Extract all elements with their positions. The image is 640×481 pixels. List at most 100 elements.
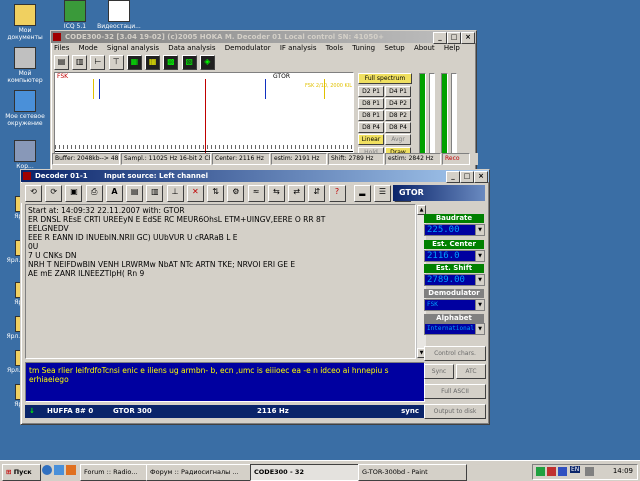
linear-button[interactable]: Linear — [358, 134, 384, 145]
menu-about[interactable]: About — [414, 44, 435, 52]
level-slider[interactable] — [429, 73, 435, 160]
document-icon[interactable]: ▤ — [126, 185, 144, 202]
atc-button[interactable]: ATC — [456, 364, 486, 379]
spectrum-display[interactable]: FSK GTOR FSK 2/10, 2000 KIL 500 1000 150… — [54, 72, 354, 164]
live-text-area[interactable]: tm Sea rlier leifrdfoTcnsi enic e iliens… — [25, 362, 425, 402]
help-icon[interactable]: ? — [328, 185, 346, 202]
start-button[interactable]: ⊞ Пуск — [2, 464, 41, 481]
tuner-tool-icon[interactable]: ⊢ — [90, 55, 106, 70]
est-center-dropdown-icon[interactable]: ▼ — [475, 250, 485, 262]
menu-tuning[interactable]: Tuning — [352, 44, 375, 52]
list-icon[interactable]: ☰ — [373, 185, 391, 202]
taskbar-item-active[interactable]: CODE300 - 32 — [250, 464, 359, 481]
level-icon[interactable]: ▂ — [353, 185, 371, 202]
menu-setup[interactable]: Setup — [384, 44, 404, 52]
updown-icon[interactable]: ⇵ — [308, 185, 326, 202]
demodulator-select[interactable]: FSK — [424, 299, 476, 311]
menu-signal-analysis[interactable]: Signal analysis — [107, 44, 159, 52]
marker-tool-icon[interactable]: ⊤ — [108, 55, 124, 70]
desktop-icon[interactable] — [54, 465, 64, 475]
demodulator-dropdown-icon[interactable]: ▼ — [475, 299, 485, 311]
alphabet-dropdown-icon[interactable]: ▼ — [475, 323, 485, 335]
refresh-icon[interactable]: ⟲ — [25, 185, 42, 202]
desktop-icon-my-computer[interactable]: Мой компьютер — [2, 47, 48, 84]
menu-data-analysis[interactable]: Data analysis — [168, 44, 215, 52]
taskbar-item[interactable]: Форум :: Радиосигналы ... — [146, 464, 251, 481]
menu-tools[interactable]: Tools — [326, 44, 343, 52]
record-button[interactable]: Reco — [442, 153, 470, 165]
d2p1-button[interactable]: D2 P1 — [358, 86, 384, 97]
desktop-icon-video[interactable]: Видеостаци... — [96, 0, 142, 30]
clock[interactable]: 14:09 — [613, 467, 633, 475]
phase-tool-icon[interactable]: ◈ — [199, 55, 215, 70]
desktop-icon-my-documents[interactable]: Мои документы — [2, 4, 48, 41]
waterfall2-tool-icon[interactable]: ▦ — [145, 55, 161, 70]
print-icon[interactable]: ⎙ — [85, 185, 103, 202]
mark-icon[interactable]: ⊥ — [166, 185, 184, 202]
main-window-titlebar[interactable]: CODE300-32 [3.04 19-02] (c)2005 HOKA M. … — [51, 31, 476, 44]
d8p4-button[interactable]: D8 P4 — [358, 122, 384, 133]
sort-icon[interactable]: ⇅ — [207, 185, 225, 202]
tray-icon[interactable] — [547, 467, 556, 476]
decoder-output[interactable]: Start at: 14:09:32 22.11.2007 with: GTOR… — [25, 204, 416, 359]
est-shift-dropdown-icon[interactable]: ▼ — [475, 274, 485, 286]
avg-button[interactable]: Avgr — [385, 134, 411, 145]
decoder-close-button[interactable]: × — [474, 171, 488, 183]
menu-files[interactable]: Files — [54, 44, 69, 52]
tray-icon[interactable] — [558, 467, 567, 476]
d8p1-button-2[interactable]: D8 P1 — [358, 110, 384, 121]
reload-icon[interactable]: ⟳ — [45, 185, 63, 202]
spectrum-icon[interactable]: ▥ — [146, 185, 164, 202]
alphabet-select[interactable]: International — [424, 323, 476, 335]
icq-icon — [64, 0, 86, 22]
minimize-button[interactable]: _ — [433, 32, 447, 44]
swap-icon[interactable]: ⇆ — [267, 185, 285, 202]
control-chars-button[interactable]: Control chars. — [424, 346, 486, 361]
output-to-disk-button[interactable]: Output to disk — [424, 404, 486, 419]
sync-button[interactable]: Sync — [424, 364, 454, 379]
d8p4-button-2[interactable]: D8 P4 — [385, 122, 411, 133]
level-slider-2[interactable] — [451, 73, 457, 160]
menu-mode[interactable]: Mode — [79, 44, 98, 52]
desktop-icon-icq[interactable]: ICQ 5.1 — [52, 0, 98, 30]
tray-icon[interactable] — [536, 467, 545, 476]
desktop-icon-recycle[interactable]: Кор... — [2, 140, 48, 170]
baudrate-dropdown-icon[interactable]: ▼ — [475, 224, 485, 236]
decoder-maximize-button[interactable]: □ — [460, 171, 474, 183]
est-center-value[interactable]: 2116.0 — [424, 250, 476, 262]
d8p1-button[interactable]: D8 P1 — [358, 98, 384, 109]
wave-icon[interactable]: ≈ — [247, 185, 265, 202]
close-button[interactable]: × — [461, 32, 475, 44]
clear-icon[interactable]: ✕ — [186, 185, 204, 202]
scope-tool-icon[interactable]: ▩ — [163, 55, 179, 70]
waterfall-tool-icon[interactable]: ▦ — [126, 55, 142, 70]
taskbar-item[interactable]: Forum :: Radio... — [80, 464, 147, 481]
decoder-titlebar[interactable]: Decoder 01-1 Input source: Left channel … — [21, 170, 489, 183]
output-line: 0U — [28, 242, 39, 251]
language-indicator[interactable]: EN — [570, 466, 581, 473]
d4p2-button[interactable]: D4 P2 — [385, 98, 411, 109]
bars-tool-icon[interactable]: ▥ — [72, 55, 88, 70]
menu-demodulator[interactable]: Demodulator — [225, 44, 271, 52]
decoder-minimize-button[interactable]: _ — [446, 171, 460, 183]
tray-icon[interactable] — [585, 467, 594, 476]
full-spectrum-button[interactable]: Full spectrum — [358, 73, 412, 84]
menu-help[interactable]: Help — [444, 44, 460, 52]
spectrum-tool-icon[interactable]: ▤ — [54, 55, 69, 70]
config-icon[interactable]: ⚙ — [227, 185, 245, 202]
d4p1-button[interactable]: D4 P1 — [385, 86, 411, 97]
save-icon[interactable]: ▣ — [65, 185, 83, 202]
taskbar-item[interactable]: G-TOR-300bd - Paint — [358, 464, 467, 481]
grid-tool-icon[interactable]: ▧ — [181, 55, 197, 70]
d8p2-button[interactable]: D8 P2 — [385, 110, 411, 121]
est-shift-value[interactable]: 2789.00 — [424, 274, 476, 286]
exchange-icon[interactable]: ⇄ — [288, 185, 306, 202]
baudrate-value[interactable]: 225.00 — [424, 224, 476, 236]
ie-icon[interactable] — [42, 465, 52, 475]
desktop-icon-network[interactable]: Мое сетевое окружение — [2, 90, 48, 127]
menu-if-analysis[interactable]: IF analysis — [280, 44, 317, 52]
font-icon[interactable]: A — [105, 185, 123, 202]
maximize-button[interactable]: □ — [447, 32, 461, 44]
media-icon[interactable] — [66, 465, 76, 475]
full-ascii-button[interactable]: Full ASCII — [424, 384, 486, 399]
